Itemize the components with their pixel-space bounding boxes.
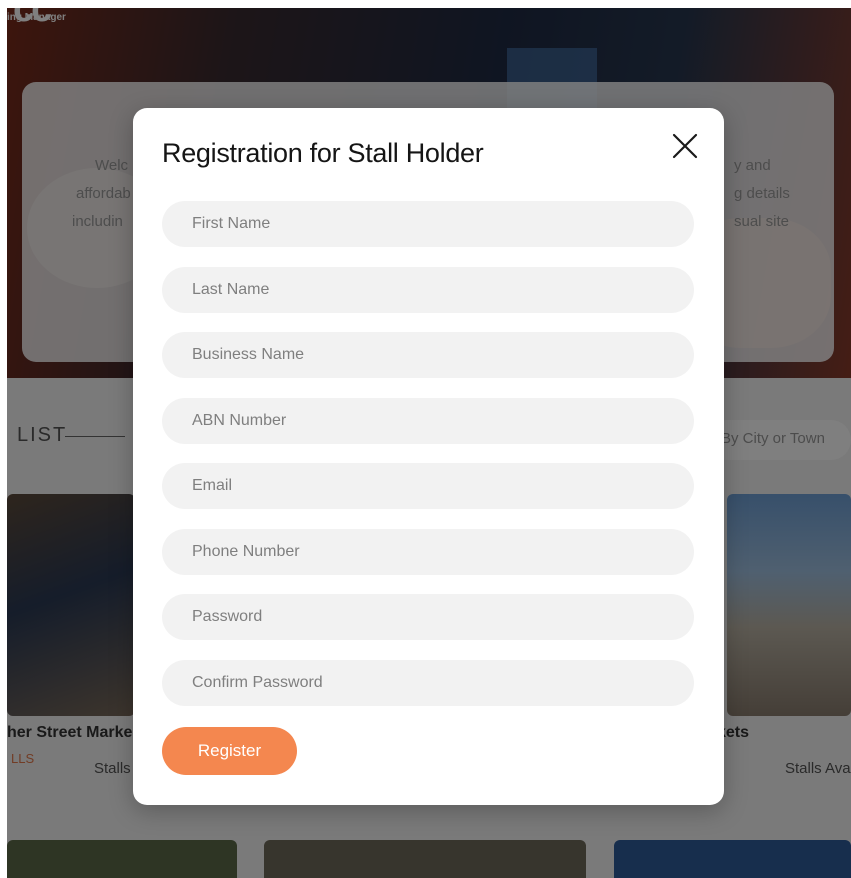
email-field[interactable]: [162, 463, 694, 509]
business-name-field[interactable]: [162, 332, 694, 378]
last-name-field[interactable]: [162, 267, 694, 313]
phone-number-field[interactable]: [162, 529, 694, 575]
close-icon: [672, 133, 698, 159]
modal-title: Registration for Stall Holder: [162, 138, 484, 168]
register-button[interactable]: Register: [162, 727, 297, 775]
password-field[interactable]: [162, 594, 694, 640]
close-button[interactable]: [667, 128, 703, 164]
first-name-field[interactable]: [162, 201, 694, 247]
confirm-password-field[interactable]: [162, 660, 694, 706]
registration-modal: Registration for Stall Holder Register: [133, 108, 724, 805]
abn-number-field[interactable]: [162, 398, 694, 444]
